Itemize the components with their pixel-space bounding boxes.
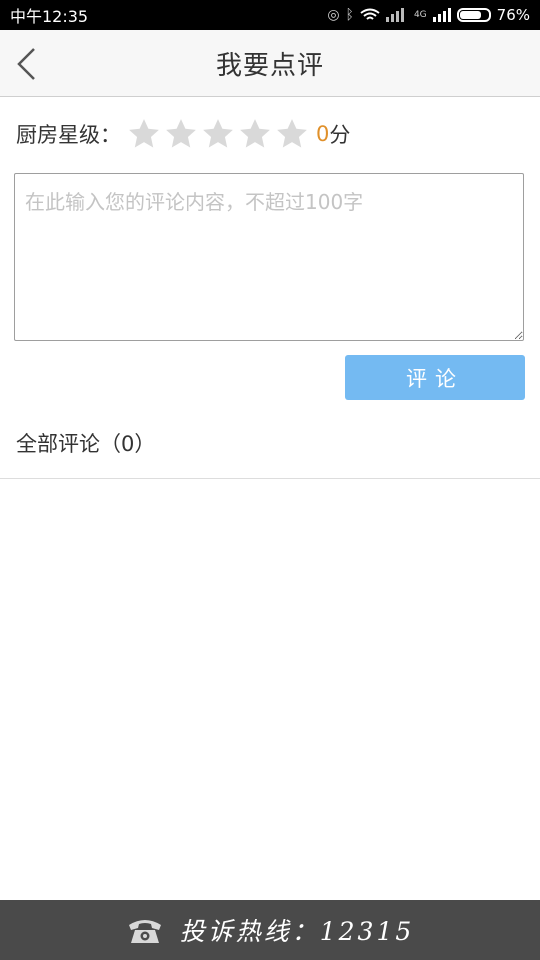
status-bar: 中午12:35 ◎ ᛒ 4G 76%	[0, 0, 540, 30]
submit-comment-button[interactable]: 评论	[345, 355, 525, 400]
battery-fill	[459, 11, 481, 19]
hotline-text[interactable]: 投诉热线：12315	[180, 912, 415, 948]
status-right: ◎ ᛒ 4G 76%	[327, 6, 530, 24]
star-icon[interactable]	[238, 117, 272, 151]
battery-icon	[456, 8, 491, 22]
battery-percent: 76%	[496, 6, 530, 24]
rating-label: 厨房星级：	[16, 123, 121, 147]
wifi-icon	[360, 8, 380, 20]
divider	[0, 478, 540, 479]
page-title: 我要点评	[215, 51, 324, 81]
hotline-bar: 投诉热线：12315	[0, 900, 540, 960]
title-bar: 我要点评	[0, 30, 540, 97]
rating-unit: 分	[329, 123, 351, 147]
bluetooth-icon: ᛒ	[345, 7, 354, 23]
back-button[interactable]	[6, 42, 46, 86]
alarm-icon: ◎	[327, 7, 340, 23]
signal-icon	[385, 8, 404, 22]
chevron-left-icon	[17, 48, 35, 80]
screen: 中午12:35 ◎ ᛒ 4G 76% 我要点评 厨房星级： 0 分 在此输入您的…	[0, 0, 540, 960]
signal-icon-2	[432, 8, 451, 22]
status-time: 中午12:35	[10, 7, 89, 26]
star-icon[interactable]	[201, 117, 235, 151]
star-icon[interactable]	[164, 117, 198, 151]
star-icon[interactable]	[275, 117, 309, 151]
star-rating	[127, 117, 312, 151]
rating-score: 0	[316, 122, 330, 146]
network-type-label: 4G	[413, 10, 427, 20]
comment-input[interactable]	[14, 173, 524, 341]
rating-row: 厨房星级： 0 分	[16, 114, 350, 154]
status-left: 中午12:35	[10, 3, 88, 27]
all-comments-heading: 全部评论（0）	[16, 432, 156, 456]
phone-icon[interactable]	[126, 915, 164, 945]
star-icon[interactable]	[127, 117, 161, 151]
